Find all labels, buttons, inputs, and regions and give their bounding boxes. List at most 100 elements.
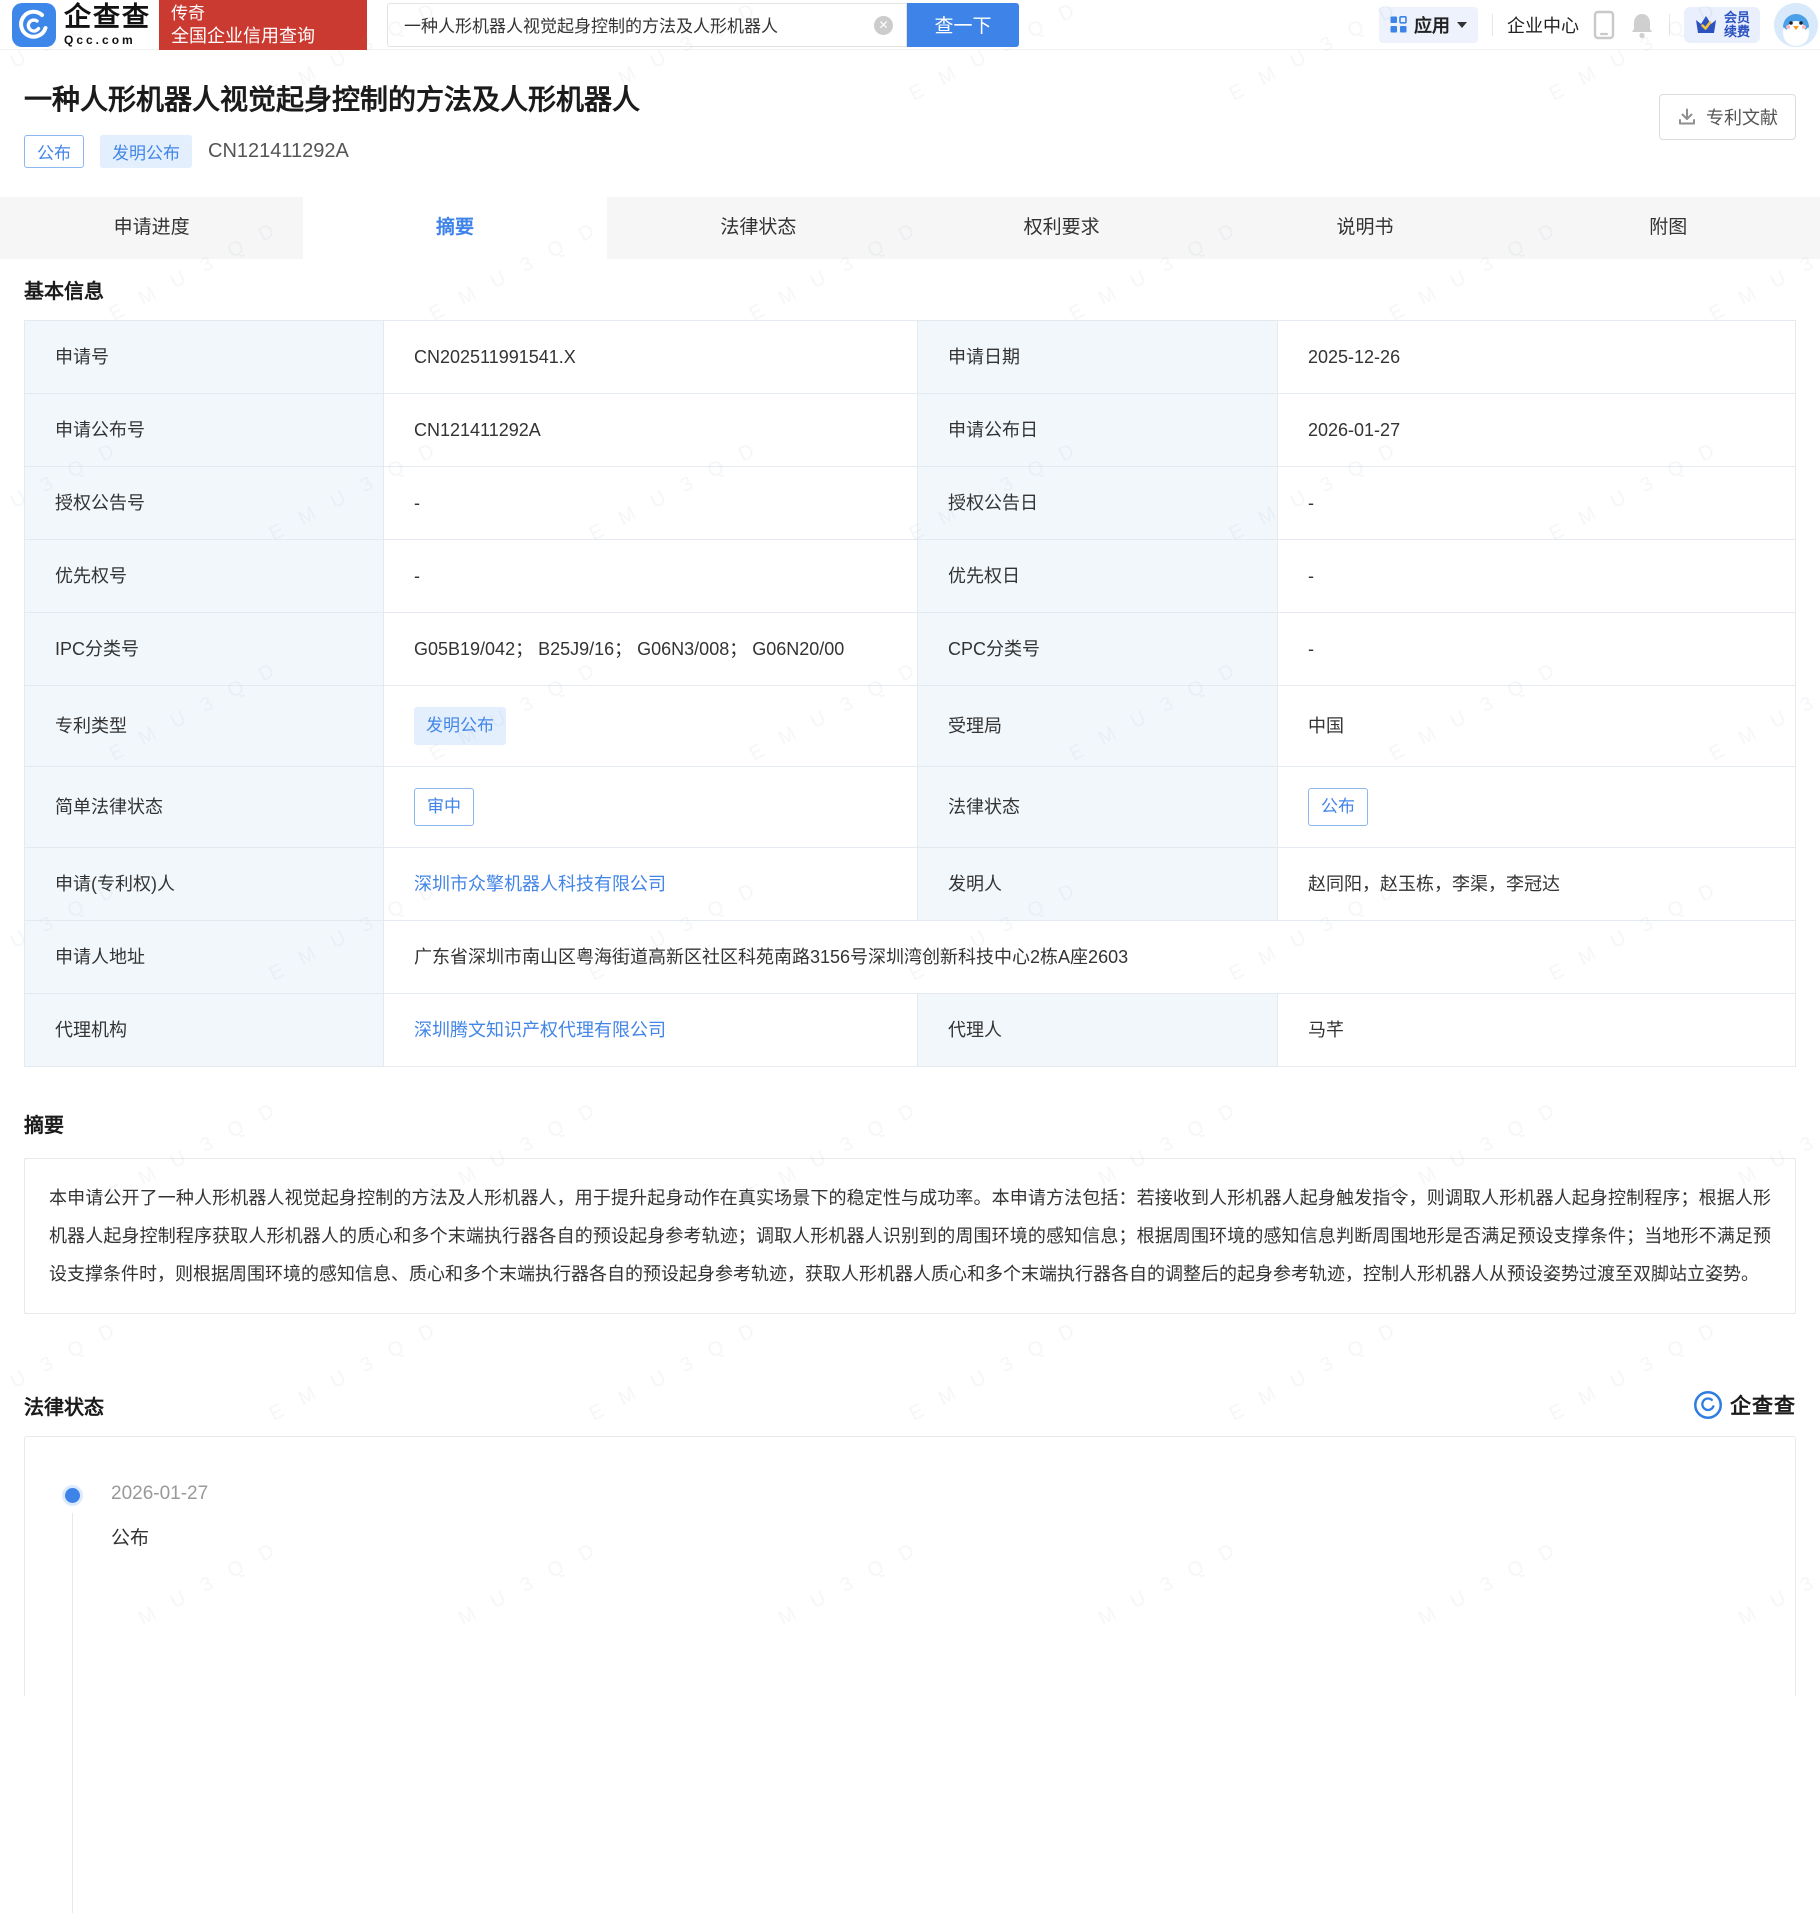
info-value: - (383, 539, 918, 613)
timeline-event: 公布 (111, 1528, 150, 1549)
info-value: CN202511991541.X (383, 320, 918, 394)
qcc-logo[interactable]: 企查查 Qcc.com (12, 1, 151, 47)
info-value: 赵同阳，赵玉栋，李渠，李冠达 (1277, 847, 1796, 921)
info-label: 代理机构 (24, 993, 384, 1067)
info-label: 简单法律状态 (24, 766, 384, 848)
info-value: 公布 (1277, 766, 1796, 848)
abstract-text: 本申请公开了一种人形机器人视觉起身控制的方法及人形机器人，用于提升起身动作在真实… (24, 1158, 1796, 1314)
tab-5[interactable]: 附图 (1517, 197, 1820, 259)
status-badge: 公布 (1308, 788, 1368, 826)
type-badge: 发明公布 (100, 135, 192, 168)
tab-3[interactable]: 权利要求 (910, 197, 1213, 259)
info-label: 代理人 (917, 993, 1278, 1067)
crown-icon (1695, 15, 1716, 33)
enterprise-center-link[interactable]: 企业中心 (1507, 12, 1579, 38)
info-value: CN121411292A (383, 393, 918, 467)
tab-bar: 申请进度 摘要 法律状态 权利要求 说明书 附图 (0, 197, 1820, 259)
tab-1[interactable]: 摘要 (303, 197, 607, 259)
timeline-item: 2026-01-27 公布 (25, 1483, 1795, 1913)
logo-domain: Qcc.com (64, 32, 136, 47)
tab-4[interactable]: 说明书 (1213, 197, 1516, 259)
search-button[interactable]: 查一下 (907, 2, 1019, 47)
info-label: 申请日期 (917, 320, 1278, 394)
qcc-mini-text: 企查查 (1730, 1395, 1796, 1418)
table-row: IPC分类号 G05B19/042； B25J9/16； G06N3/008； G… (24, 612, 1796, 686)
tab-0[interactable]: 申请进度 (0, 197, 303, 259)
table-row: 代理机构 深圳腾文知识产权代理有限公司 代理人 马芊 (24, 993, 1796, 1067)
info-value: 中国 (1277, 685, 1796, 767)
mobile-app-icon[interactable] (1593, 10, 1615, 40)
table-row: 申请人地址 广东省深圳市南山区粤海街道高新区社区科苑南路3156号深圳湾创新科技中… (24, 920, 1796, 994)
chevron-down-icon (1456, 21, 1467, 28)
table-row: 简单法律状态 审中 法律状态 公布 (24, 766, 1796, 848)
divider (1668, 13, 1670, 36)
info-label: 申请公布日 (917, 393, 1278, 467)
info-value: 发明公布 (383, 685, 918, 767)
patent-document-label: 专利文献 (1706, 108, 1778, 128)
info-label: 授权公告日 (917, 466, 1278, 540)
info-value: 广东省深圳市南山区粤海街道高新区社区科苑南路3156号深圳湾创新科技中心2栋A座… (383, 920, 1796, 994)
info-value: G05B19/042； B25J9/16； G06N3/008； G06N20/… (383, 612, 918, 686)
info-value: 深圳腾文知识产权代理有限公司 (383, 993, 918, 1067)
info-label: 受理局 (917, 685, 1278, 767)
info-value: 2025-12-26 (1277, 320, 1796, 394)
info-label: 申请人地址 (24, 920, 384, 994)
info-label: 申请公布号 (24, 393, 384, 467)
basic-info-table: 申请号 CN202511991541.X 申请日期 2025-12-26 申请公布号 CN… (24, 320, 1796, 1067)
apps-label: 应用 (1413, 15, 1450, 36)
timeline-dot-icon (65, 1488, 80, 1503)
patent-document-button[interactable]: 专利文献 (1659, 94, 1796, 140)
status-badge: 公布 (24, 135, 84, 168)
promo-banner[interactable]: 传奇 全国企业信用查询 (159, 0, 367, 50)
search-input[interactable] (387, 2, 907, 47)
info-label: 申请(专利权)人 (24, 847, 384, 921)
table-row: 专利类型 发明公布 受理局 中国 (24, 685, 1796, 767)
info-label: CPC分类号 (917, 612, 1278, 686)
clear-search-icon[interactable]: ✕ (874, 15, 893, 35)
promo-line1: 传奇 (171, 3, 205, 23)
legal-status-panel: 2026-01-27 公布 (24, 1436, 1796, 1913)
status-badge: 发明公布 (414, 707, 506, 745)
qcc-logo-icon (12, 2, 56, 47)
info-value: 2026-01-27 (1277, 393, 1796, 467)
qcc-mini-icon (1694, 1391, 1722, 1419)
legal-status-heading: 法律状态 (24, 1396, 104, 1419)
info-value: - (1277, 466, 1796, 540)
info-label: 专利类型 (24, 685, 384, 767)
vip-renew-button[interactable]: 会员 续费 (1683, 6, 1760, 43)
info-label: IPC分类号 (24, 612, 384, 686)
top-header: 企查查 Qcc.com 传奇 全国企业信用查询 ✕ 查一下 应用 企业中心 (0, 0, 1820, 50)
divider (1491, 13, 1493, 36)
timeline-line (72, 1513, 73, 1913)
basic-info-heading: 基本信息 (24, 281, 104, 303)
table-row: 申请号 CN202511991541.X 申请日期 2025-12-26 (24, 320, 1796, 394)
info-label: 优先权号 (24, 539, 384, 613)
table-row: 申请公布号 CN121411292A 申请公布日 2026-01-27 (24, 393, 1796, 467)
vip-line2: 续费 (1723, 23, 1750, 39)
status-badge: 审中 (414, 788, 474, 826)
vip-line1: 会员 (1723, 9, 1750, 25)
notification-bell-icon[interactable] (1629, 11, 1655, 39)
info-label: 法律状态 (917, 766, 1278, 848)
user-avatar[interactable] (1774, 2, 1818, 47)
table-row: 申请(专利权)人 深圳市众擎机器人科技有限公司 发明人 赵同阳，赵玉栋，李渠，李冠达 (24, 847, 1796, 921)
qcc-watermark-logo: 企查查 (1694, 1390, 1796, 1420)
page-title: 一种人形机器人视觉起身控制的方法及人形机器人 (24, 84, 641, 115)
info-label: 申请号 (24, 320, 384, 394)
promo-line2: 全国企业信用查询 (171, 25, 315, 46)
company-link[interactable]: 深圳市众擎机器人科技有限公司 (414, 874, 666, 894)
info-value: 深圳市众擎机器人科技有限公司 (383, 847, 918, 921)
publication-number: CN121411292A (208, 140, 349, 162)
table-row: 优先权号 - 优先权日 - (24, 539, 1796, 613)
info-value: - (1277, 539, 1796, 613)
tab-2[interactable]: 法律状态 (607, 197, 910, 259)
info-label: 授权公告号 (24, 466, 384, 540)
company-link[interactable]: 深圳腾文知识产权代理有限公司 (414, 1020, 666, 1040)
logo-name: 企查查 (64, 1, 151, 32)
info-value: 审中 (383, 766, 918, 848)
info-value: - (1277, 612, 1796, 686)
info-value: - (383, 466, 918, 540)
info-label: 优先权日 (917, 539, 1278, 613)
info-label: 发明人 (917, 847, 1278, 921)
apps-menu[interactable]: 应用 (1378, 6, 1478, 43)
